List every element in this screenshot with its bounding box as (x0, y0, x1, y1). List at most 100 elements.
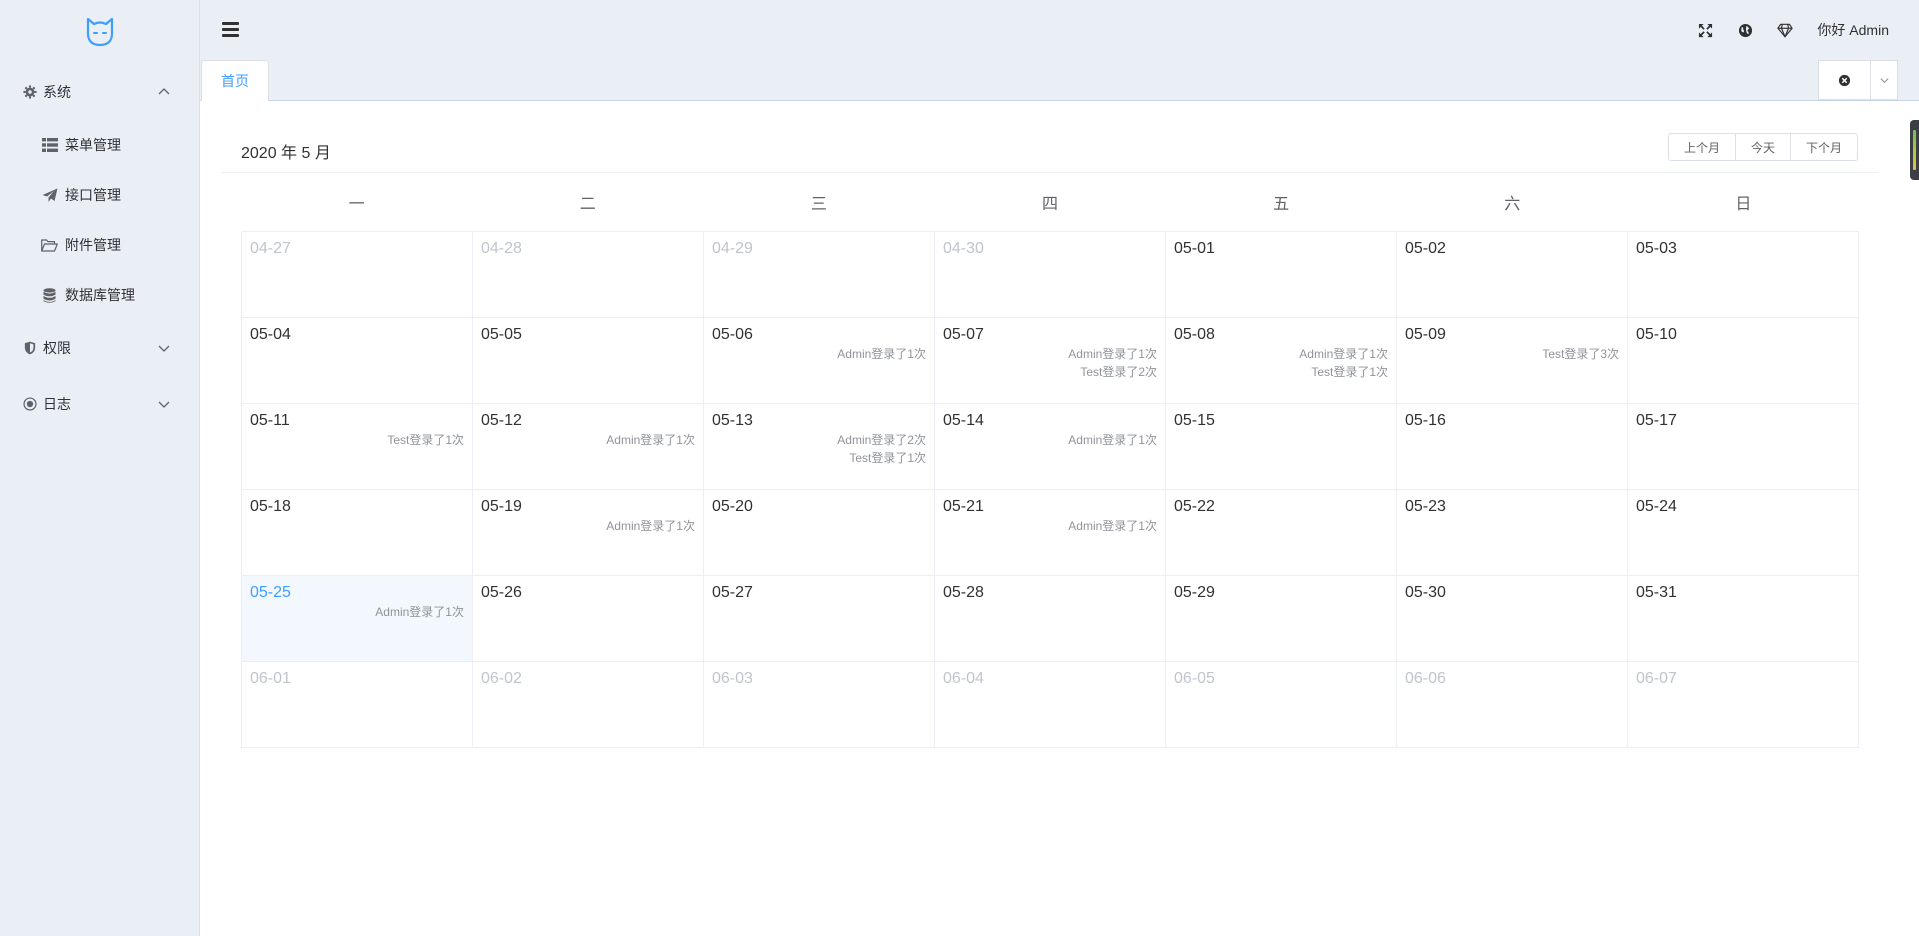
day-number: 06-04 (943, 670, 984, 687)
day-number: 04-28 (481, 240, 522, 257)
day-number: 05-01 (1174, 240, 1215, 257)
day-number: 05-13 (712, 412, 753, 429)
tab-home[interactable]: 首页 (201, 60, 269, 101)
fullscreen-icon[interactable] (1697, 22, 1713, 38)
database-icon (41, 287, 58, 303)
calendar-day[interactable]: 06-03 (704, 662, 935, 748)
login-event: Admin登录了1次 (1068, 519, 1157, 533)
calendar-day[interactable]: 05-09 Test登录了3次 (1397, 318, 1628, 404)
calendar-day[interactable]: 05-19 Admin登录了1次 (473, 490, 704, 576)
day-number: 05-07 (943, 326, 984, 343)
calendar-day[interactable]: 05-14 Admin登录了1次 (935, 404, 1166, 490)
diamond-icon[interactable] (1777, 22, 1794, 38)
login-event: Admin登录了1次 (606, 433, 695, 447)
sidebar-item-api-management[interactable]: 接口管理 (0, 170, 199, 220)
day-number: 05-02 (1405, 240, 1446, 257)
today-button[interactable]: 今天 (1734, 133, 1791, 161)
calendar-day[interactable]: 05-28 (935, 576, 1166, 662)
calendar-day[interactable]: 04-29 (704, 232, 935, 318)
main-content: 2020 年 5 月 上个月 今天 下个月 一 二 三 四 五 六 日 04-2… (200, 101, 1919, 936)
next-month-button[interactable]: 下个月 (1789, 133, 1858, 161)
prev-month-button[interactable]: 上个月 (1667, 133, 1736, 161)
calendar-day[interactable]: 05-24 (1628, 490, 1859, 576)
calendar-day[interactable]: 06-06 (1397, 662, 1628, 748)
login-event: Test登录了1次 (849, 451, 926, 465)
day-number: 05-16 (1405, 412, 1446, 429)
hamburger-menu-icon[interactable] (222, 22, 239, 38)
globe-icon[interactable] (1737, 22, 1753, 38)
calendar-day[interactable]: 04-27 (242, 232, 473, 318)
calendar-day[interactable]: 05-18 (242, 490, 473, 576)
close-circle-icon (1838, 74, 1851, 86)
calendar-day[interactable]: 06-05 (1166, 662, 1397, 748)
menu-group-system[interactable]: 系统 (0, 64, 199, 120)
login-event: Test登录了3次 (1542, 347, 1619, 361)
calendar-day[interactable]: 05-01 (1166, 232, 1397, 318)
calendar-day[interactable]: 05-08 Admin登录了1次 Test登录了1次 (1166, 318, 1397, 404)
folder-open-icon (41, 238, 58, 253)
calendar-day[interactable]: 05-17 (1628, 404, 1859, 490)
day-events: Admin登录了1次 (250, 603, 464, 621)
user-greeting[interactable]: 你好 Admin (1817, 20, 1889, 40)
calendar-day[interactable]: 05-10 (1628, 318, 1859, 404)
calendar-day[interactable]: 05-03 (1628, 232, 1859, 318)
calendar-day[interactable]: 05-26 (473, 576, 704, 662)
calendar-day[interactable]: 05-02 (1397, 232, 1628, 318)
calendar-day[interactable]: 05-15 (1166, 404, 1397, 490)
day-number: 04-27 (250, 240, 291, 257)
calendar-day[interactable]: 05-11 Test登录了1次 (242, 404, 473, 490)
day-number: 05-08 (1174, 326, 1215, 343)
calendar-header: 2020 年 5 月 上个月 今天 下个月 (221, 101, 1878, 173)
day-number: 05-06 (712, 326, 753, 343)
calendar-day[interactable]: 05-27 (704, 576, 935, 662)
weekday-label: 六 (1504, 196, 1521, 213)
calendar-day[interactable]: 05-06 Admin登录了1次 (704, 318, 935, 404)
day-events: Admin登录了1次 (481, 431, 695, 449)
calendar-day[interactable]: 06-07 (1628, 662, 1859, 748)
chevron-up-icon (157, 85, 171, 99)
calendar-day[interactable]: 05-21 Admin登录了1次 (935, 490, 1166, 576)
calendar-day[interactable]: 06-01 (242, 662, 473, 748)
menu-group-permissions[interactable]: 权限 (0, 320, 199, 376)
calendar-day[interactable]: 05-13 Admin登录了2次 Test登录了1次 (704, 404, 935, 490)
calendar-day[interactable]: 05-07 Admin登录了1次 Test登录了2次 (935, 318, 1166, 404)
cat-logo-icon (86, 17, 113, 47)
side-panel-handle[interactable] (1910, 120, 1919, 180)
menu-group-logs[interactable]: 日志 (0, 376, 199, 432)
day-number: 05-21 (943, 498, 984, 515)
day-number: 05-20 (712, 498, 753, 515)
day-events: Test登录了1次 (250, 431, 464, 449)
calendar-day[interactable]: 06-04 (935, 662, 1166, 748)
day-number: 05-24 (1636, 498, 1677, 515)
login-event: Admin登录了1次 (1299, 347, 1388, 361)
calendar-day[interactable]: 05-04 (242, 318, 473, 404)
calendar-day[interactable]: 05-29 (1166, 576, 1397, 662)
calendar-day[interactable]: 04-30 (935, 232, 1166, 318)
app-logo[interactable] (0, 0, 199, 64)
calendar-day[interactable]: 05-30 (1397, 576, 1628, 662)
sidebar-item-attachment-management[interactable]: 附件管理 (0, 220, 199, 270)
sidebar-item-menu-management[interactable]: 菜单管理 (0, 120, 199, 170)
calendar-day[interactable]: 04-28 (473, 232, 704, 318)
calendar-day[interactable]: 05-22 (1166, 490, 1397, 576)
sidebar-item-database-management[interactable]: 数据库管理 (0, 270, 199, 320)
close-tabs-button[interactable] (1819, 61, 1871, 99)
day-number: 05-04 (250, 326, 291, 343)
calendar-day[interactable]: 05-20 (704, 490, 935, 576)
calendar-day[interactable]: 05-16 (1397, 404, 1628, 490)
weekday-label: 五 (1273, 196, 1290, 213)
calendar-day[interactable]: 05-05 (473, 318, 704, 404)
tab-dropdown-button[interactable] (1871, 61, 1897, 99)
calendar-day[interactable]: 05-31 (1628, 576, 1859, 662)
login-event: Test登录了1次 (1311, 365, 1388, 379)
day-number: 04-30 (943, 240, 984, 257)
login-event: Admin登录了1次 (1068, 433, 1157, 447)
weekday-label: 日 (1735, 196, 1752, 213)
login-event: Admin登录了1次 (1068, 347, 1157, 361)
calendar-day[interactable]: 05-23 (1397, 490, 1628, 576)
calendar-day[interactable]: 06-02 (473, 662, 704, 748)
day-number: 06-07 (1636, 670, 1677, 687)
calendar-day[interactable]: 05-12 Admin登录了1次 (473, 404, 704, 490)
calendar-day-today[interactable]: 05-25 Admin登录了1次 (242, 576, 473, 662)
day-number: 05-22 (1174, 498, 1215, 515)
